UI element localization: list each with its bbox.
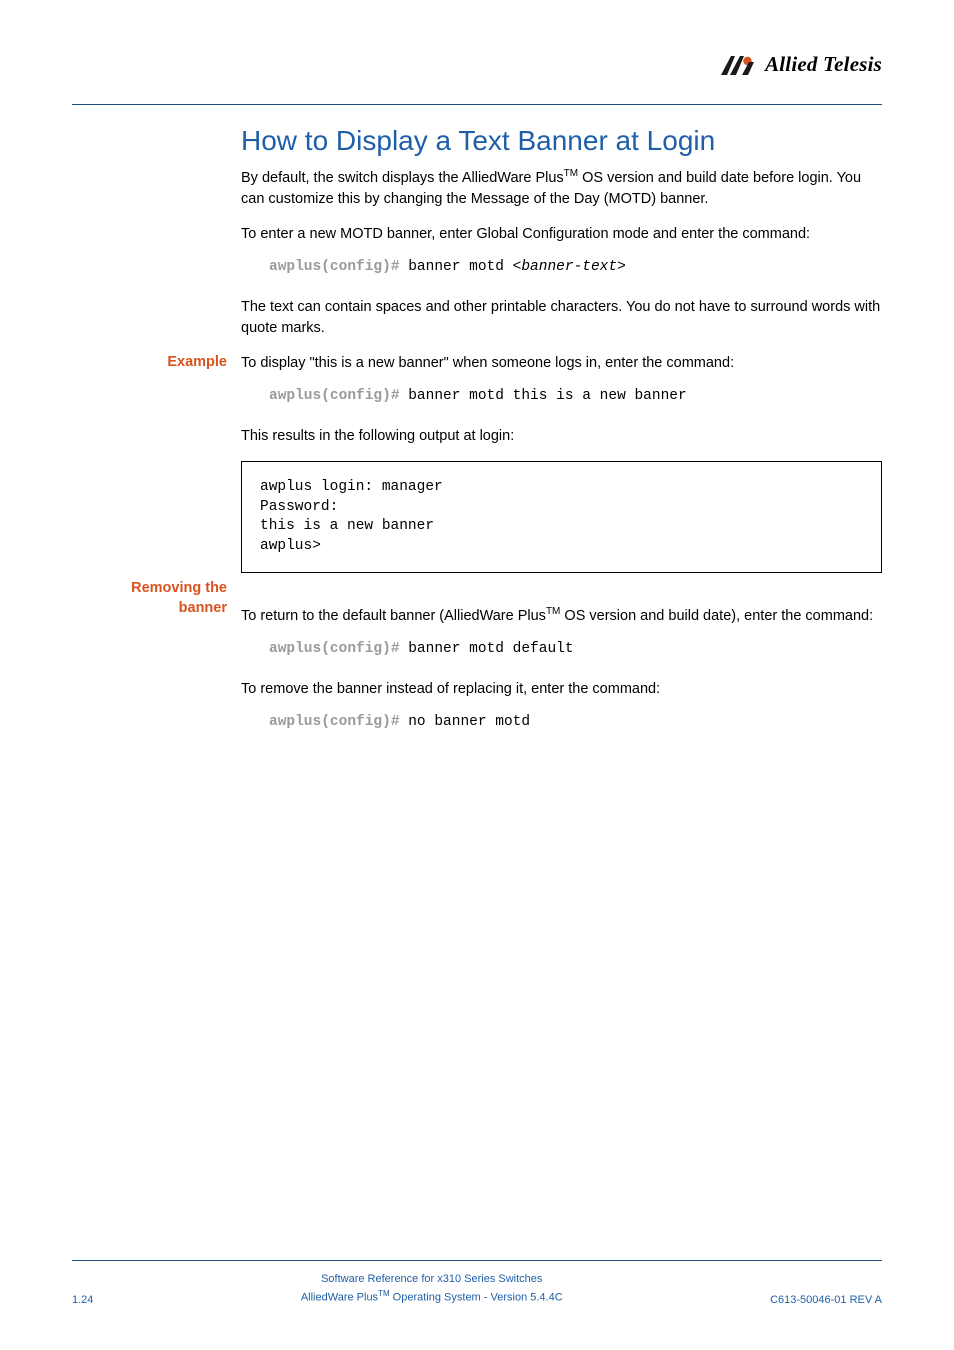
output-box: awplus login: manager Password: this is …: [241, 461, 882, 573]
logo-mark-icon: [721, 54, 759, 76]
remove-instead-paragraph: To remove the banner instead of replacin…: [241, 679, 882, 700]
removing-paragraph: To return to the default banner (AlliedW…: [241, 605, 882, 627]
page-title: How to Display a Text Banner at Login: [241, 125, 882, 157]
cli-prompt: awplus(config)#: [269, 714, 400, 730]
spaces-paragraph: The text can contain spaces and other pr…: [241, 297, 882, 339]
header-divider: [72, 104, 882, 105]
footer-center: Software Reference for x310 Series Switc…: [93, 1271, 770, 1306]
results-paragraph: This results in the following output at …: [241, 426, 882, 447]
cli-prompt: awplus(config)#: [269, 388, 400, 404]
command-block-3: awplus(config)# banner motd default: [269, 641, 882, 657]
removing-banner-label: Removing thebanner: [72, 579, 227, 618]
intro-paragraph: By default, the switch displays the Alli…: [241, 167, 882, 210]
command-block-1: awplus(config)# banner motd <banner-text…: [269, 259, 882, 275]
enter-command-paragraph: To enter a new MOTD banner, enter Global…: [241, 224, 882, 245]
command-block-4: awplus(config)# no banner motd: [269, 714, 882, 730]
footer-divider: [72, 1260, 882, 1261]
brand-name: Allied Telesis: [765, 52, 882, 77]
page-number: 1.24: [72, 1294, 93, 1306]
example-label: Example: [72, 353, 227, 373]
command-block-2: awplus(config)# banner motd this is a ne…: [269, 388, 882, 404]
example-paragraph: To display "this is a new banner" when s…: [241, 353, 882, 374]
cli-prompt: awplus(config)#: [269, 259, 400, 275]
doc-revision: C613-50046-01 REV A: [770, 1294, 882, 1306]
cli-prompt: awplus(config)#: [269, 641, 400, 657]
page-footer: 1.24 Software Reference for x310 Series …: [72, 1260, 882, 1306]
brand-logo: Allied Telesis: [721, 52, 882, 77]
